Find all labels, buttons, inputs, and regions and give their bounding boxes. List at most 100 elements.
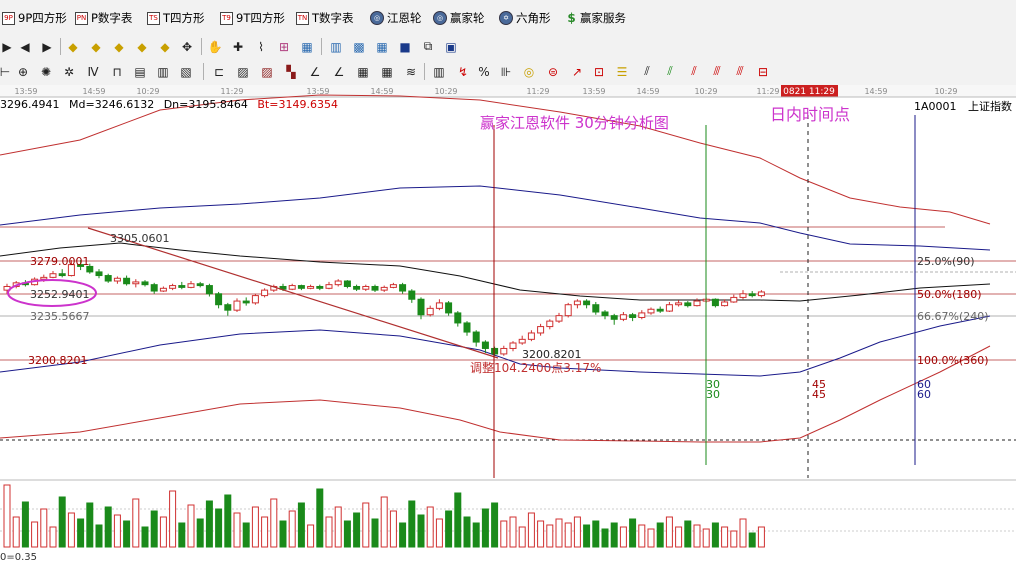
volume-bar	[21, 501, 29, 548]
volume-bar	[739, 518, 747, 548]
volume-bar	[233, 512, 241, 548]
candle-body	[334, 280, 342, 286]
candle-body	[196, 283, 204, 287]
volume-bar	[721, 526, 729, 548]
time-axis-label: 13:59	[582, 87, 605, 96]
time-axis-label: 13:59	[14, 87, 37, 96]
candle-body	[362, 285, 370, 290]
dn-value: 3195.8464	[188, 98, 248, 111]
candle-body	[343, 280, 351, 287]
volume-bar	[371, 518, 379, 548]
volume-bar	[592, 520, 600, 548]
candle-body	[445, 302, 453, 314]
candle-body	[95, 271, 103, 277]
time-axis-label: 10:29	[934, 87, 957, 96]
volume-bar	[730, 530, 738, 548]
time-axis-label: 11:29	[526, 87, 549, 96]
volume-bar	[31, 521, 39, 548]
volume-bar	[527, 512, 535, 548]
candle-body	[730, 296, 738, 303]
candle-body	[665, 304, 673, 312]
volume-bar	[150, 510, 158, 548]
volume-bar	[619, 526, 627, 548]
candle-body	[629, 314, 637, 318]
volume-bar	[426, 506, 434, 548]
candle-body	[693, 300, 701, 307]
volume-bar	[445, 510, 453, 548]
volume-bar	[113, 514, 121, 548]
volume-bar	[711, 522, 719, 548]
volume-bar	[399, 522, 407, 548]
candle-body	[619, 314, 627, 320]
volume-bar	[518, 526, 526, 548]
volume-bar	[665, 516, 673, 548]
candle-body	[757, 291, 765, 297]
candle-body	[233, 300, 241, 311]
candle-body	[721, 301, 729, 307]
volume-label: 0=0.35	[0, 552, 37, 563]
candle-body	[316, 285, 324, 289]
volume-bar	[123, 520, 131, 548]
candle-body	[132, 281, 140, 285]
candle-body	[555, 315, 563, 322]
candle-body	[159, 287, 167, 292]
candle-body	[684, 302, 692, 307]
candle-body	[58, 273, 66, 277]
cycle-label: 45	[812, 388, 826, 401]
time-axis-label: 14:59	[370, 87, 393, 96]
volume-bar	[343, 520, 351, 548]
volume-bar	[196, 518, 204, 548]
fib-label: 100.0%(360)	[917, 354, 989, 367]
candle-body	[178, 285, 186, 288]
candle-body	[537, 326, 545, 334]
cycle-label: 30	[706, 388, 720, 401]
candle-body	[123, 277, 131, 285]
price-label-low: 3200.8201	[522, 348, 582, 361]
price-label-p3: 3235.5667	[30, 310, 90, 323]
candle-body	[205, 285, 213, 295]
volume-bar	[3, 484, 11, 548]
candle-body	[40, 276, 48, 280]
volume-bar	[316, 488, 324, 548]
candle-body	[141, 281, 149, 286]
volume-bar	[500, 520, 508, 548]
candle-body	[169, 285, 177, 289]
volume-bar	[757, 526, 765, 548]
candle-body	[104, 275, 112, 282]
candle-body	[297, 285, 305, 289]
time-axis-label: 10:29	[694, 87, 717, 96]
volume-bar	[656, 522, 664, 548]
candle-body	[251, 295, 259, 304]
chart-title-annotation: 赢家江恩软件 30分钟分析图	[480, 114, 669, 132]
candle-body	[656, 308, 664, 312]
cycle-label: 60	[917, 388, 931, 401]
volume-bar	[288, 510, 296, 548]
dn-label: Dn=	[163, 98, 189, 111]
volume-bar	[693, 524, 701, 548]
candle-body	[509, 342, 517, 349]
volume-bar	[58, 496, 66, 548]
volume-bar	[297, 502, 305, 548]
volume-bar	[675, 526, 683, 548]
volume-bar	[141, 526, 149, 548]
volume-bar	[380, 496, 388, 548]
time-axis-label: 14:59	[82, 87, 105, 96]
md-label: Md=	[69, 98, 95, 111]
candle-body	[610, 315, 618, 320]
candle-body	[748, 293, 756, 297]
time-axis-label: 11:29	[220, 87, 243, 96]
volume-bar	[647, 528, 655, 548]
candle-body	[150, 284, 158, 292]
volume-bar	[537, 520, 545, 548]
volume-bar	[601, 528, 609, 548]
volume-bar	[353, 512, 361, 548]
candle-body	[518, 338, 526, 344]
price-label-low-left: 3200.8201	[28, 354, 88, 367]
volume-bar	[132, 498, 140, 548]
md-value: 3246.6132	[94, 98, 155, 111]
fib-label: 50.0%(180)	[917, 288, 982, 301]
volume-bar	[270, 498, 278, 548]
candle-body	[739, 293, 747, 298]
candle-body	[546, 320, 554, 328]
volume-bar	[583, 524, 591, 548]
